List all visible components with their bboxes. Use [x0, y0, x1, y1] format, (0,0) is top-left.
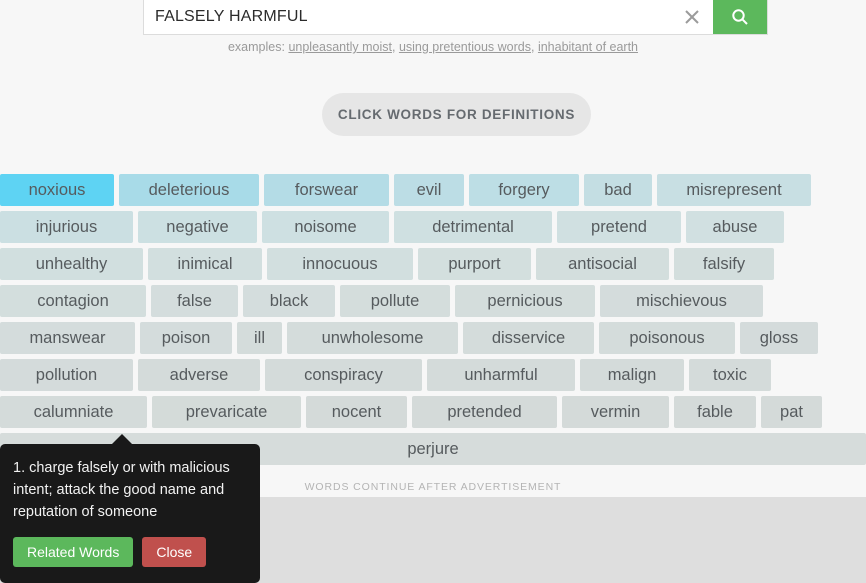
- word-tile[interactable]: noisome: [262, 211, 389, 243]
- tooltip-actions: Related Words Close: [13, 537, 244, 568]
- word-tile[interactable]: fable: [674, 396, 756, 428]
- word-grid-row: unhealthy inimical innocuous purport antisoc…: [0, 248, 866, 280]
- word-tile[interactable]: manswear: [0, 322, 135, 354]
- word-tile[interactable]: poisonous: [599, 322, 735, 354]
- examples-label: examples:: [227, 40, 285, 54]
- word-grid-row: contagion false black pollute pernicious misc…: [0, 285, 866, 317]
- word-tile[interactable]: poison: [140, 322, 232, 354]
- word-tile[interactable]: abuse: [686, 211, 784, 243]
- example-link-1[interactable]: unpleasantly moist: [288, 40, 392, 54]
- word-tile[interactable]: unharmful: [427, 359, 575, 391]
- word-tile[interactable]: prevaricate: [152, 396, 301, 428]
- word-tile[interactable]: ill: [237, 322, 282, 354]
- word-tile[interactable]: detrimental: [394, 211, 552, 243]
- word-tile[interactable]: contagion: [0, 285, 146, 317]
- examples-separator-2: ,: [530, 40, 535, 54]
- word-tile[interactable]: pernicious: [455, 285, 595, 317]
- word-grid: noxious deleterious forswear evil forgery bad…: [0, 174, 866, 470]
- word-tile[interactable]: unhealthy: [0, 248, 143, 280]
- word-tile[interactable]: bad: [584, 174, 652, 206]
- word-tile[interactable]: pollution: [0, 359, 133, 391]
- definition-tooltip: 1. charge falsely or with malicious inte…: [0, 434, 260, 583]
- word-tile[interactable]: pretend: [557, 211, 681, 243]
- search-button[interactable]: [713, 0, 767, 34]
- word-tile[interactable]: false: [151, 285, 238, 317]
- word-grid-row: manswear poison ill unwholesome disservice po…: [0, 322, 866, 354]
- word-tile[interactable]: nocent: [306, 396, 407, 428]
- close-button[interactable]: Close: [142, 537, 207, 568]
- click-words-for-definitions-button[interactable]: CLICK WORDS FOR DEFINITIONS: [322, 93, 591, 136]
- word-tile[interactable]: vermin: [562, 396, 669, 428]
- word-tile[interactable]: pollute: [340, 285, 450, 317]
- definition-text: 1. charge falsely or with malicious inte…: [13, 460, 230, 521]
- word-tile[interactable]: inimical: [148, 248, 262, 280]
- word-tile[interactable]: adverse: [138, 359, 260, 391]
- word-tile[interactable]: black: [243, 285, 335, 317]
- word-tile[interactable]: conspiracy: [265, 359, 422, 391]
- word-tile[interactable]: negative: [138, 211, 257, 243]
- word-tile[interactable]: malign: [580, 359, 684, 391]
- word-tile[interactable]: pretended: [412, 396, 557, 428]
- word-tile[interactable]: disservice: [463, 322, 594, 354]
- word-tile[interactable]: misrepresent: [657, 174, 811, 206]
- search-icon: [732, 9, 748, 25]
- word-tile[interactable]: unwholesome: [287, 322, 458, 354]
- tooltip-arrow-icon: [111, 434, 133, 445]
- word-tile[interactable]: antisocial: [536, 248, 669, 280]
- related-words-button[interactable]: Related Words: [13, 537, 134, 568]
- word-grid-row: calumniate prevaricate nocent pretended verm…: [0, 396, 866, 428]
- close-icon: [685, 10, 699, 24]
- word-tile[interactable]: purport: [418, 248, 531, 280]
- example-link-2[interactable]: using pretentious words: [399, 40, 531, 54]
- word-tile[interactable]: pat: [761, 396, 822, 428]
- word-tile[interactable]: forgery: [469, 174, 579, 206]
- examples-separator-1: ,: [391, 40, 396, 54]
- word-tile[interactable]: mischievous: [600, 285, 763, 317]
- examples-line: examples: unpleasantly moist, using pret…: [0, 40, 866, 54]
- search-input[interactable]: [144, 0, 671, 34]
- word-tile[interactable]: evil: [394, 174, 464, 206]
- word-tile[interactable]: calumniate: [0, 396, 147, 428]
- word-grid-row: pollution adverse conspiracy unharmful malig…: [0, 359, 866, 391]
- word-tile[interactable]: noxious: [0, 174, 114, 206]
- word-tile[interactable]: toxic: [689, 359, 771, 391]
- word-grid-row: injurious negative noisome detrimental prete…: [0, 211, 866, 243]
- word-tile[interactable]: forswear: [264, 174, 389, 206]
- word-tile[interactable]: injurious: [0, 211, 133, 243]
- thesaurus-page: examples: unpleasantly moist, using pret…: [0, 0, 866, 583]
- search-bar: [143, 0, 768, 35]
- word-tile[interactable]: falsify: [674, 248, 774, 280]
- word-tile[interactable]: deleterious: [119, 174, 259, 206]
- word-grid-row: noxious deleterious forswear evil forgery bad…: [0, 174, 866, 206]
- word-tile[interactable]: gloss: [740, 322, 818, 354]
- example-link-3[interactable]: inhabitant of earth: [538, 40, 638, 54]
- word-tile[interactable]: innocuous: [267, 248, 413, 280]
- clear-icon[interactable]: [671, 0, 713, 34]
